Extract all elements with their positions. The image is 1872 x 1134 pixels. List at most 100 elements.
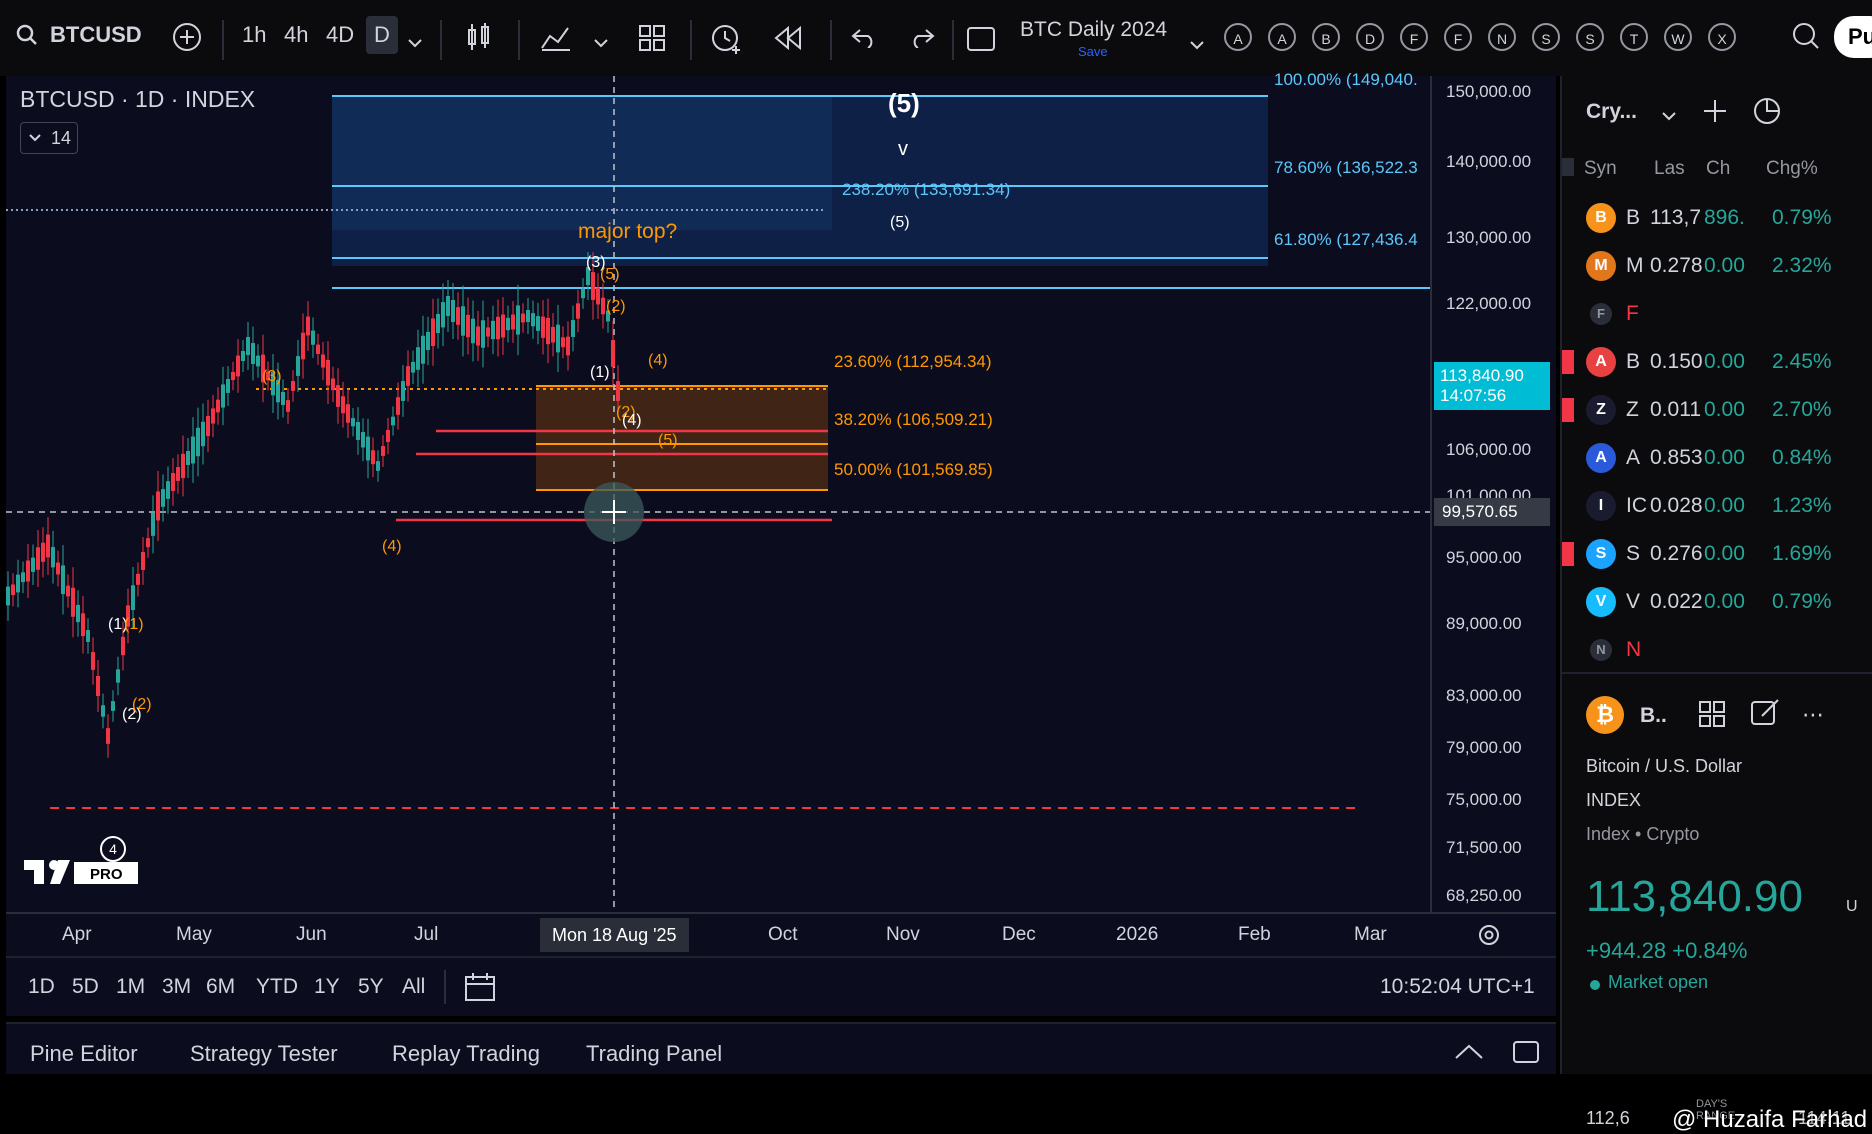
candle-body — [111, 701, 115, 711]
templates-grid-icon[interactable] — [638, 24, 666, 58]
interval-1h[interactable]: 1h — [242, 22, 266, 48]
candle-body — [211, 408, 215, 424]
candle-body — [11, 584, 15, 596]
price-scale[interactable]: 150,000.00 140,000.00 130,000.00 122,000… — [1430, 76, 1556, 916]
detail-symbol[interactable]: B.. — [1640, 704, 1667, 728]
symbol-full-name[interactable]: Bitcoin / U.S. Dollar — [1586, 756, 1742, 777]
alert-letter-button[interactable]: W — [1664, 23, 1692, 51]
watchlist-row[interactable]: B B 113,7 896. 0.79% — [1562, 194, 1872, 242]
candle-body — [311, 330, 315, 345]
watchlist-title[interactable]: Cry... — [1586, 100, 1637, 124]
chevron-down-icon[interactable] — [408, 28, 422, 54]
alert-letter-button[interactable]: B — [1312, 23, 1340, 51]
candle-body — [491, 320, 495, 340]
range-1y[interactable]: 1Y — [314, 975, 340, 999]
settings-gear-icon[interactable] — [1476, 922, 1502, 953]
row-last: 0.150 — [1650, 350, 1703, 373]
interval-d-active[interactable]: D — [366, 16, 398, 54]
watchlist-row[interactable]: S S 0.276 0.00 1.69% — [1562, 530, 1872, 578]
coin-icon: A — [1586, 347, 1616, 377]
watchlist-row[interactable]: I IC 0.028 0.00 1.23% — [1562, 482, 1872, 530]
time-axis[interactable]: Apr May Jun Jul Mon 18 Aug '25 Oct Nov D… — [6, 912, 1556, 956]
flag-marker[interactable] — [1562, 398, 1574, 422]
indicator-toggle-button[interactable]: 14 — [20, 122, 78, 154]
alert-letter-button[interactable]: N — [1488, 23, 1516, 51]
layout-square-icon[interactable] — [966, 26, 996, 58]
range-5d[interactable]: 5D — [72, 975, 99, 999]
candle-body — [536, 316, 540, 331]
add-symbol-icon[interactable] — [1702, 98, 1728, 129]
undo-icon[interactable] — [850, 26, 878, 54]
alert-letter-button[interactable]: T — [1620, 23, 1648, 51]
search-icon[interactable] — [16, 24, 38, 52]
symbol-search-button[interactable]: BTCUSD — [50, 22, 142, 48]
row-change: 0.00 — [1704, 254, 1745, 277]
tab-trading-panel[interactable]: Trading Panel — [586, 1041, 722, 1067]
indicators-icon[interactable] — [540, 22, 572, 58]
row-change: 0.00 — [1704, 350, 1745, 373]
replay-rewind-icon[interactable] — [774, 25, 802, 56]
column-last[interactable]: Las — [1654, 158, 1685, 180]
chevron-down-icon[interactable] — [1662, 108, 1676, 126]
watchlist-row[interactable]: A A 0.853 0.00 0.84% — [1562, 434, 1872, 482]
column-symbol[interactable]: Syn — [1584, 158, 1617, 180]
layout-save-hint[interactable]: Save — [1078, 44, 1108, 59]
column-change-percent[interactable]: Chg% — [1766, 158, 1818, 180]
range-5y[interactable]: 5Y — [358, 975, 384, 999]
add-symbol-icon[interactable] — [172, 22, 202, 58]
flag-marker[interactable] — [1562, 542, 1574, 566]
watchlist-row[interactable]: M M 0.278 0.00 2.32% — [1562, 242, 1872, 290]
watchlist-row[interactable]: A B 0.150 0.00 2.45% — [1562, 338, 1872, 386]
layout-title[interactable]: BTC Daily 2024 — [1020, 18, 1167, 42]
price-chart-canvas[interactable] — [6, 76, 1430, 916]
watchlist-row[interactable]: NN — [1562, 626, 1872, 674]
watchlist-row[interactable]: V V 0.022 0.00 0.79% — [1562, 578, 1872, 626]
range-1m[interactable]: 1M — [116, 975, 145, 999]
maximize-panel-icon[interactable] — [1512, 1040, 1540, 1069]
interval-4d[interactable]: 4D — [326, 22, 354, 48]
alert-letter-button[interactable]: S — [1576, 23, 1604, 51]
alert-letter-button[interactable]: A — [1268, 23, 1296, 51]
tab-replay-trading[interactable]: Replay Trading — [392, 1041, 540, 1067]
publish-button[interactable]: Pu — [1834, 16, 1872, 58]
alert-letter-button[interactable]: F — [1400, 23, 1428, 51]
edit-note-icon[interactable] — [1750, 698, 1780, 733]
more-options-icon[interactable]: ⋯ — [1802, 702, 1824, 728]
tab-strategy-tester[interactable]: Strategy Tester — [190, 1041, 338, 1067]
candles-chart-type-icon[interactable] — [466, 22, 492, 58]
alert-clock-icon[interactable] — [710, 22, 742, 60]
flag-marker[interactable] — [1562, 350, 1574, 374]
symbol-exchange[interactable]: INDEX — [1586, 790, 1641, 811]
alert-letter-button[interactable]: X — [1708, 23, 1736, 51]
redo-icon[interactable] — [908, 26, 936, 54]
column-change[interactable]: Ch — [1706, 158, 1730, 180]
candle-body — [441, 302, 445, 328]
chevron-down-icon[interactable] — [594, 28, 608, 54]
row-change-percent: 0.79% — [1772, 206, 1832, 229]
grid-view-icon[interactable] — [1698, 700, 1726, 733]
range-1d[interactable]: 1D — [28, 975, 55, 999]
price-tick: 83,000.00 — [1446, 686, 1522, 705]
interval-4h[interactable]: 4h — [284, 22, 308, 48]
candle-body — [46, 534, 50, 558]
range-6m[interactable]: 6M — [206, 975, 235, 999]
advanced-view-icon[interactable] — [1752, 96, 1782, 131]
chevron-up-icon[interactable] — [1454, 1042, 1484, 1065]
watchlist-row[interactable]: Z Z 0.011 0.00 2.70% — [1562, 386, 1872, 434]
alert-letter-button[interactable]: D — [1356, 23, 1384, 51]
watchlist-row[interactable]: FF — [1562, 290, 1872, 338]
range-3m[interactable]: 3M — [162, 975, 191, 999]
quick-search-icon[interactable] — [1790, 20, 1820, 58]
timezone-clock[interactable]: 10:52:04 UTC+1 — [1380, 975, 1535, 999]
range-all[interactable]: All — [402, 975, 425, 999]
alert-letter-button[interactable]: S — [1532, 23, 1560, 51]
row-last: 0.028 — [1650, 494, 1703, 517]
goto-date-calendar-icon[interactable] — [464, 972, 496, 1007]
tab-pine-editor[interactable]: Pine Editor — [30, 1041, 138, 1067]
alert-letter-button[interactable]: F — [1444, 23, 1472, 51]
range-ytd[interactable]: YTD — [256, 975, 298, 999]
alert-letter-button[interactable]: A — [1224, 23, 1252, 51]
chevron-down-icon[interactable] — [1190, 30, 1204, 56]
candle-body — [486, 327, 490, 337]
chart-pane[interactable]: BTCUSD · 1D · INDEX 14 (5) v 238.20% (13… — [6, 70, 1430, 916]
